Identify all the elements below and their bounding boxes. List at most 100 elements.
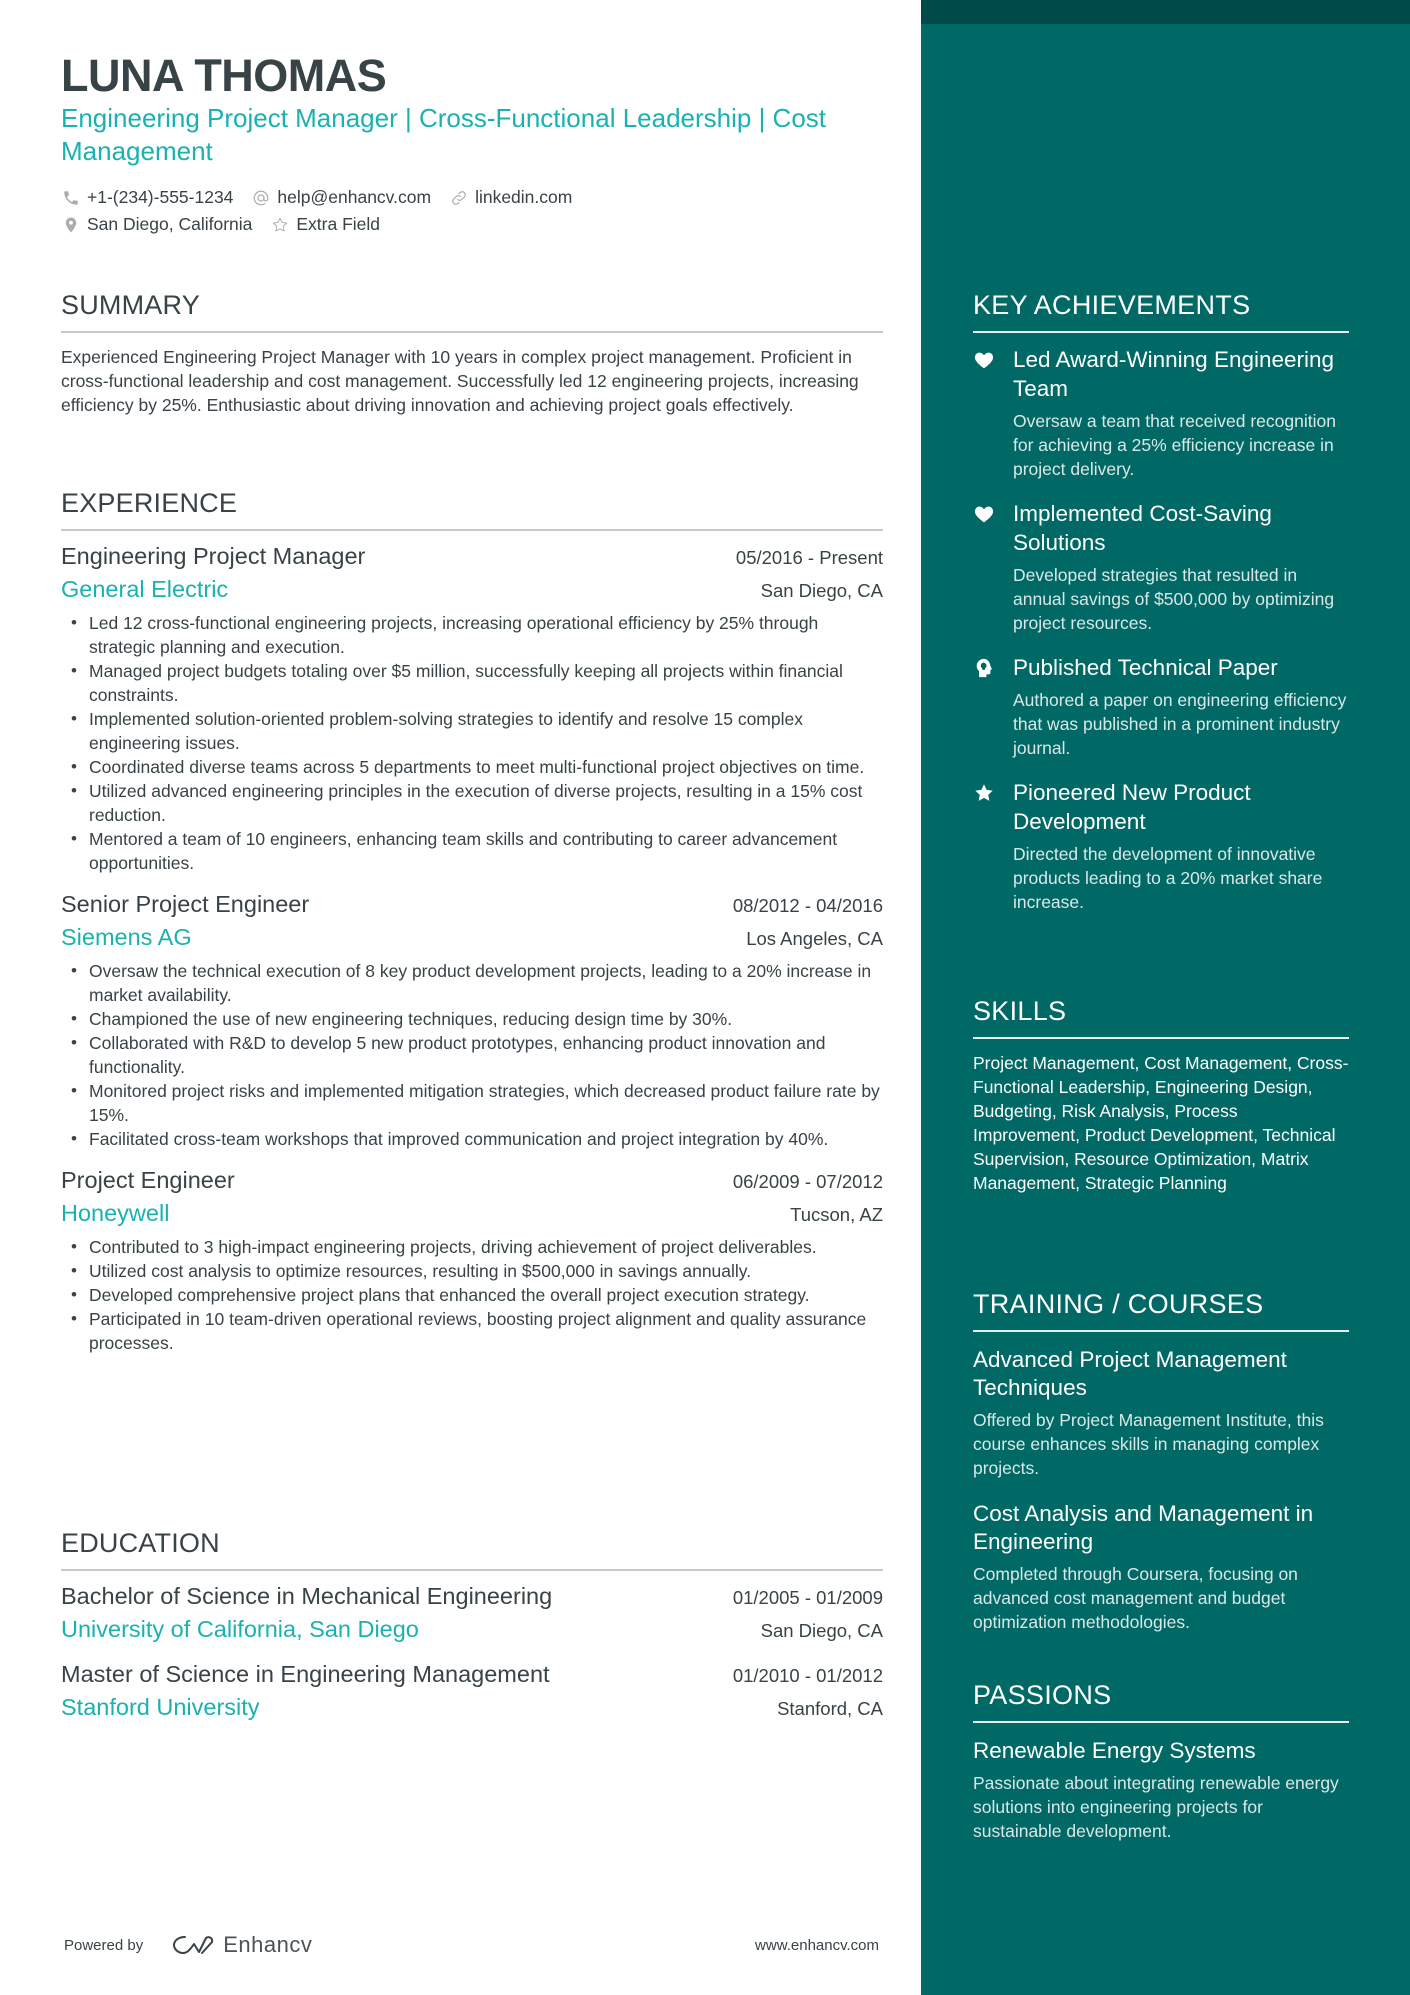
job-title: Senior Project Engineer: [61, 891, 310, 917]
bullet-item: Coordinated diverse teams across 5 depar…: [61, 755, 883, 779]
education-entry: Bachelor of Science in Mechanical Engine…: [61, 1583, 883, 1643]
experience-entry: Project Engineer 06/2009 - 07/2012 Honey…: [61, 1167, 883, 1355]
bullet-item: Utilized cost analysis to optimize resou…: [61, 1259, 883, 1283]
sidebar: KEY ACHIEVEMENTS Led Award-Winning Engin…: [921, 0, 1410, 1995]
summary-section: SUMMARY Experienced Engineering Project …: [61, 290, 883, 417]
powered-by: Powered by Enhancv: [64, 1932, 312, 1958]
contact-email-text: help@enhancv.com: [277, 187, 432, 207]
passions-section: PASSIONS Renewable Energy Systems Passio…: [973, 1680, 1349, 1843]
achievement-item: Pioneered New Product Development Direct…: [973, 778, 1349, 914]
training-item-desc: Offered by Project Management Institute,…: [973, 1410, 1324, 1478]
bullet-item: Developed comprehensive project plans th…: [61, 1283, 883, 1307]
achievement-title: Pioneered New Product Development: [1013, 780, 1251, 834]
heart-icon: [973, 345, 1013, 481]
bullet-item: Collaborated with R&D to develop 5 new p…: [61, 1031, 883, 1079]
section-divider: [973, 1330, 1349, 1332]
passion-item: Renewable Energy Systems Passionate abou…: [973, 1737, 1349, 1843]
achievement-item: Led Award-Winning Engineering Team Overs…: [973, 345, 1349, 481]
section-divider: [61, 331, 883, 333]
experience-section: EXPERIENCE Engineering Project Manager 0…: [61, 488, 883, 1355]
heart-icon: [973, 499, 1013, 635]
star-icon: [973, 778, 1013, 914]
school-name: Stanford University: [61, 1694, 260, 1720]
company-name: General Electric: [61, 576, 229, 602]
education-dates: 01/2005 - 01/2009: [732, 1587, 883, 1608]
education-entry: Master of Science in Engineering Managem…: [61, 1661, 883, 1721]
candidate-name: LUNA THOMAS: [61, 50, 387, 101]
degree-title: Master of Science in Engineering Managem…: [61, 1661, 550, 1687]
job-location: Tucson, AZ: [790, 1204, 883, 1225]
brain-head-icon: [973, 653, 1013, 760]
summary-text: Experienced Engineering Project Manager …: [61, 347, 859, 415]
training-item: Cost Analysis and Management in Engineer…: [973, 1500, 1349, 1634]
achievement-title: Led Award-Winning Engineering Team: [1013, 347, 1335, 401]
enhancv-logo[interactable]: Enhancv: [171, 1932, 312, 1958]
achievement-desc: Authored a paper on engineering efficien…: [1013, 690, 1347, 758]
candidate-headline: Engineering Project Manager | Cross-Func…: [61, 103, 827, 166]
contact-linkedin[interactable]: linkedin.com: [449, 187, 572, 208]
contact-linkedin-text: linkedin.com: [475, 187, 573, 207]
sidebar-top-strip: [921, 0, 1410, 24]
experience-entry: Senior Project Engineer 08/2012 - 04/201…: [61, 891, 883, 1151]
bullet-item: Oversaw the technical execution of 8 key…: [61, 959, 883, 1007]
bullet-item: Participated in 10 team-driven operation…: [61, 1307, 883, 1355]
job-title: Engineering Project Manager: [61, 543, 366, 569]
section-divider: [973, 1037, 1349, 1039]
section-divider: [973, 1721, 1349, 1723]
achievement-desc: Developed strategies that resulted in an…: [1013, 565, 1335, 633]
skills-title: SKILLS: [973, 996, 1067, 1026]
contact-email[interactable]: help@enhancv.com: [251, 187, 431, 208]
link-icon: [449, 188, 469, 208]
education-location: San Diego, CA: [760, 1620, 883, 1641]
contact-phone-text: +1-(234)-555-1234: [87, 187, 234, 207]
enhancv-brand: Enhancv: [223, 1932, 313, 1957]
company-name: Siemens AG: [61, 924, 192, 950]
bullet-item: Mentored a team of 10 engineers, enhanci…: [61, 827, 883, 875]
powered-by-label: Powered by: [64, 1936, 144, 1954]
footer: Powered by Enhancv www.enhancv.com: [64, 1925, 879, 1965]
bullet-item: Facilitated cross-team workshops that im…: [61, 1127, 883, 1151]
job-bullets: Led 12 cross-functional engineering proj…: [61, 611, 883, 875]
job-dates: 05/2016 - Present: [735, 547, 883, 568]
achievements-section: KEY ACHIEVEMENTS Led Award-Winning Engin…: [973, 290, 1349, 914]
achievement-desc: Directed the development of innovative p…: [1013, 844, 1323, 912]
contact-info: +1-(234)-555-1234 help@enhancv.com linke…: [61, 184, 881, 238]
bullet-item: Contributed to 3 high-impact engineering…: [61, 1235, 883, 1259]
training-item-desc: Completed through Coursera, focusing on …: [973, 1564, 1298, 1632]
main-column: LUNA THOMAS Engineering Project Manager …: [0, 0, 921, 1995]
job-location: Los Angeles, CA: [746, 928, 883, 949]
website-link[interactable]: www.enhancv.com: [755, 1937, 879, 1954]
location-pin-icon: [61, 215, 81, 235]
contact-phone[interactable]: +1-(234)-555-1234: [61, 187, 233, 208]
education-section: EDUCATION Bachelor of Science in Mechani…: [61, 1528, 883, 1721]
achievement-item: Implemented Cost-Saving Solutions Develo…: [973, 499, 1349, 635]
achievement-desc: Oversaw a team that received recognition…: [1013, 411, 1336, 479]
achievement-item: Published Technical Paper Authored a pap…: [973, 653, 1349, 760]
bullet-item: Led 12 cross-functional engineering proj…: [61, 611, 883, 659]
bullet-item: Monitored project risks and implemented …: [61, 1079, 883, 1127]
company-name: Honeywell: [61, 1200, 170, 1226]
enhancv-logo-icon: [173, 1936, 214, 1954]
job-bullets: Oversaw the technical execution of 8 key…: [61, 959, 883, 1151]
contact-extra-text: Extra Field: [296, 214, 381, 234]
skills-list: Project Management, Cost Management, Cro…: [973, 1053, 1349, 1193]
bullet-item: Managed project budgets totaling over $5…: [61, 659, 883, 707]
job-dates: 08/2012 - 04/2016: [732, 895, 883, 916]
bullet-item: Implemented solution-oriented problem-so…: [61, 707, 883, 755]
summary-title: SUMMARY: [61, 290, 200, 320]
education-dates: 01/2010 - 01/2012: [732, 1665, 883, 1686]
section-divider: [61, 1569, 883, 1571]
contact-extra: Extra Field: [270, 214, 380, 235]
passion-item-desc: Passionate about integrating renewable e…: [973, 1773, 1339, 1841]
star-outline-icon: [270, 215, 290, 235]
at-icon: [251, 188, 271, 208]
job-location: San Diego, CA: [760, 580, 883, 601]
training-item-title: Cost Analysis and Management in Engineer…: [973, 1501, 1314, 1554]
bullet-item: Championed the use of new engineering te…: [61, 1007, 883, 1031]
degree-title: Bachelor of Science in Mechanical Engine…: [61, 1583, 553, 1609]
achievement-title: Implemented Cost-Saving Solutions: [1013, 501, 1272, 555]
training-title: TRAINING / COURSES: [973, 1289, 1264, 1319]
passions-title: PASSIONS: [973, 1680, 1112, 1710]
section-divider: [973, 331, 1349, 333]
training-section: TRAINING / COURSES Advanced Project Mana…: [973, 1289, 1349, 1634]
